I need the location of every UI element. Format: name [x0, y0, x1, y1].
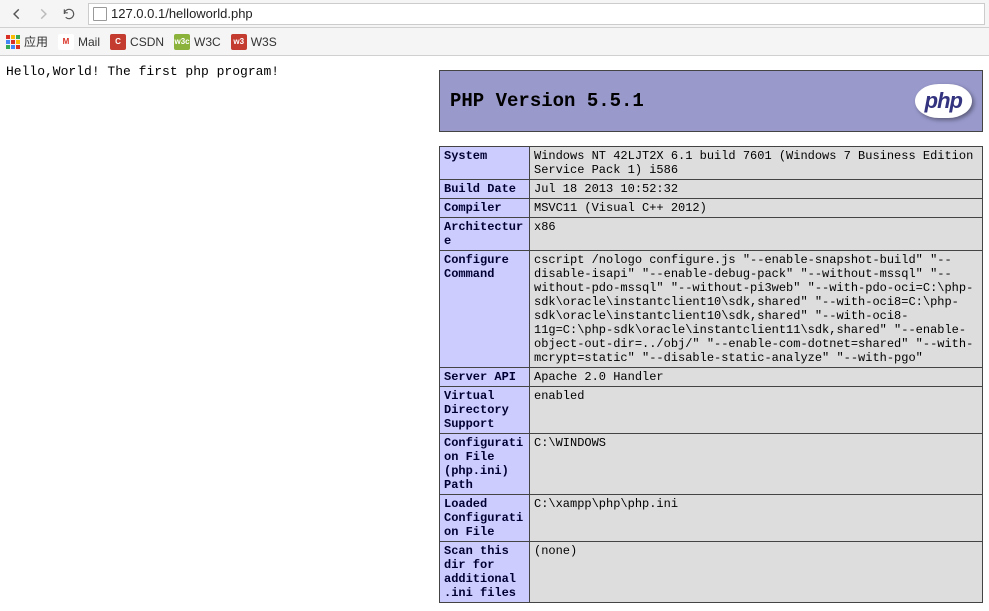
info-value: C:\xampp\php\php.ini: [530, 495, 983, 542]
php-version-title: PHP Version 5.5.1: [450, 90, 644, 112]
table-row: CompilerMSVC11 (Visual C++ 2012): [440, 199, 983, 218]
w3s-icon: w3: [231, 34, 247, 50]
reload-button[interactable]: [58, 3, 80, 25]
browser-nav-bar: 127.0.0.1/helloworld.php: [0, 0, 989, 28]
arrow-right-icon: [36, 7, 50, 21]
info-value: enabled: [530, 387, 983, 434]
back-button[interactable]: [6, 3, 28, 25]
table-row: Configuration File (php.ini) PathC:\WIND…: [440, 434, 983, 495]
info-value: cscript /nologo configure.js "--enable-s…: [530, 251, 983, 368]
info-value: Windows NT 42LJT2X 6.1 build 7601 (Windo…: [530, 147, 983, 180]
info-key: Scan this dir for additional .ini files: [440, 542, 530, 603]
reload-icon: [62, 7, 76, 21]
table-row: SystemWindows NT 42LJT2X 6.1 build 7601 …: [440, 147, 983, 180]
info-value: x86: [530, 218, 983, 251]
bookmark-label: CSDN: [130, 35, 164, 49]
info-key: Loaded Configuration File: [440, 495, 530, 542]
info-key: Compiler: [440, 199, 530, 218]
info-key: Configure Command: [440, 251, 530, 368]
phpinfo-block: PHP Version 5.5.1 php SystemWindows NT 4…: [439, 70, 983, 603]
page-icon: [93, 7, 107, 21]
table-row: Loaded Configuration FileC:\xampp\php\ph…: [440, 495, 983, 542]
w3c-icon: w3c: [174, 34, 190, 50]
table-row: Configure Commandcscript /nologo configu…: [440, 251, 983, 368]
info-key: Build Date: [440, 180, 530, 199]
table-row: Scan this dir for additional .ini files(…: [440, 542, 983, 603]
apps-label: 应用: [24, 33, 48, 50]
info-key: Configuration File (php.ini) Path: [440, 434, 530, 495]
php-logo-text: php: [925, 88, 962, 113]
bookmark-mail[interactable]: M Mail: [58, 34, 100, 50]
table-row: Virtual Directory Supportenabled: [440, 387, 983, 434]
info-value: C:\WINDOWS: [530, 434, 983, 495]
bookmarks-bar: 应用 M Mail C CSDN w3c W3C w3 W3S: [0, 28, 989, 56]
info-key: Server API: [440, 368, 530, 387]
phpinfo-table: SystemWindows NT 42LJT2X 6.1 build 7601 …: [439, 146, 983, 603]
arrow-left-icon: [10, 7, 24, 21]
url-text: 127.0.0.1/helloworld.php: [111, 6, 980, 21]
bookmark-label: W3C: [194, 35, 221, 49]
info-value: Apache 2.0 Handler: [530, 368, 983, 387]
hello-text: Hello,World! The first php program!: [6, 64, 279, 79]
table-row: Server APIApache 2.0 Handler: [440, 368, 983, 387]
info-value: Jul 18 2013 10:52:32: [530, 180, 983, 199]
php-logo: php: [915, 84, 972, 118]
address-bar[interactable]: 127.0.0.1/helloworld.php: [88, 3, 985, 25]
table-row: Architecturex86: [440, 218, 983, 251]
bookmark-csdn[interactable]: C CSDN: [110, 34, 164, 50]
info-key: System: [440, 147, 530, 180]
bookmark-w3s[interactable]: w3 W3S: [231, 34, 277, 50]
bookmark-label: Mail: [78, 35, 100, 49]
bookmark-label: W3S: [251, 35, 277, 49]
mail-icon: M: [58, 34, 74, 50]
phpinfo-header: PHP Version 5.5.1 php: [439, 70, 983, 132]
info-value: MSVC11 (Visual C++ 2012): [530, 199, 983, 218]
csdn-icon: C: [110, 34, 126, 50]
info-key: Architecture: [440, 218, 530, 251]
apps-button[interactable]: 应用: [6, 33, 48, 50]
page-content: Hello,World! The first php program! PHP …: [0, 56, 989, 611]
bookmark-w3c[interactable]: w3c W3C: [174, 34, 221, 50]
info-key: Virtual Directory Support: [440, 387, 530, 434]
info-value: (none): [530, 542, 983, 603]
apps-icon: [6, 35, 20, 49]
forward-button[interactable]: [32, 3, 54, 25]
table-row: Build DateJul 18 2013 10:52:32: [440, 180, 983, 199]
